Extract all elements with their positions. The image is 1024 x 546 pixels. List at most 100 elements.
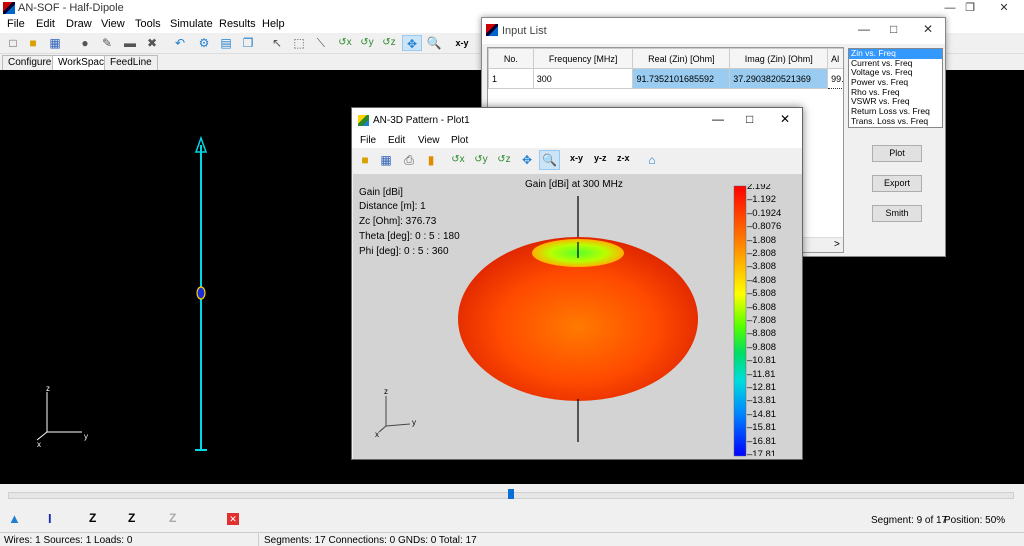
circle-icon[interactable]: ● — [77, 35, 93, 51]
input-list-titlebar: Input List — □ ✕ — [482, 18, 945, 44]
col-real-zin[interactable]: Real (Zin) [Ohm] — [632, 48, 731, 69]
undo-icon[interactable]: ↶ — [172, 35, 188, 51]
pt-home-icon[interactable]: ⌂ — [644, 152, 660, 168]
il-close-icon[interactable]: ✕ — [923, 22, 933, 36]
ws-axis-z-label: z — [46, 384, 50, 393]
colorbar-tick: –1.808 — [747, 234, 777, 246]
rotate-z-icon[interactable]: ↺z — [381, 35, 397, 51]
pattern-window: AN-3D Pattern - Plot1 — □ ✕ File Edit Vi… — [351, 107, 803, 460]
copy-icon[interactable]: ❐ — [240, 35, 256, 51]
col-frequency[interactable]: Frequency [MHz] — [532, 48, 634, 69]
status-wires: Wires: 1 Sources: 1 Loads: 0 — [4, 535, 133, 546]
rotate-y-icon[interactable]: ↺y — [359, 35, 375, 51]
colorbar-tick: –3.808 — [747, 261, 777, 273]
view-xy-button[interactable]: x-y — [452, 35, 472, 51]
cell-al[interactable]: 99.0 — [827, 68, 843, 89]
col-no[interactable]: No. — [488, 48, 534, 69]
menu-view[interactable]: View — [101, 18, 125, 30]
delete-icon[interactable]: ✖ — [144, 35, 160, 51]
menu-help[interactable]: Help — [262, 18, 285, 30]
scroll-right-icon[interactable]: > — [834, 239, 840, 250]
z-series-icon[interactable]: Z — [128, 511, 135, 525]
pt-clipboard-icon[interactable]: ▮ — [423, 152, 439, 168]
menu-tools[interactable]: Tools — [135, 18, 161, 30]
export-button[interactable]: Export — [872, 175, 922, 192]
pt-menu-file[interactable]: File — [360, 135, 376, 146]
cell-no[interactable]: 1 — [488, 68, 534, 89]
line-icon[interactable]: ⟍ — [313, 35, 329, 51]
pt-menu-view[interactable]: View — [418, 135, 440, 146]
col-al[interactable]: Al — [827, 48, 843, 69]
source-tool-icon[interactable]: ▲ — [8, 512, 22, 526]
il-maximize-icon[interactable]: □ — [890, 22, 897, 36]
pt-open-icon[interactable]: ■ — [357, 152, 373, 168]
layers-icon[interactable]: ▤ — [218, 35, 234, 51]
close-icon[interactable]: ✕ — [984, 0, 1024, 16]
pt-zoom-icon[interactable]: 🔍 — [539, 150, 560, 170]
slider-thumb[interactable] — [508, 489, 514, 499]
pt-print-icon[interactable]: ⎙ — [401, 152, 417, 168]
pattern-app-icon — [358, 115, 369, 126]
app-icon — [3, 2, 15, 14]
rotate-x-icon[interactable]: ↺x — [337, 35, 353, 51]
z-parallel-icon[interactable]: Z — [169, 511, 176, 525]
colorbar-tick: –14.81 — [747, 408, 777, 420]
settings-gear-icon[interactable]: ⚙ — [196, 35, 212, 51]
pt-rotate-z-icon[interactable]: ↺z — [496, 152, 512, 168]
menu-edit[interactable]: Edit — [36, 18, 55, 30]
colorbar-tick: –4.808 — [747, 274, 777, 286]
menu-file[interactable]: File — [7, 18, 25, 30]
z-load-icon[interactable]: Z — [89, 511, 96, 525]
pencil-icon[interactable]: ✎ — [99, 35, 115, 51]
cell-real-zin[interactable]: 91.7352101685592 — [632, 68, 731, 89]
open-folder-icon[interactable]: ■ — [25, 35, 41, 51]
current-tool-icon[interactable]: I — [48, 511, 52, 526]
zoom-icon[interactable]: 🔍 — [426, 35, 442, 51]
pt-rotate-y-icon[interactable]: ↺y — [473, 152, 489, 168]
smith-button[interactable]: Smith — [872, 205, 922, 222]
pan-icon[interactable]: ✥ — [402, 35, 422, 51]
title-bar: AN-SOF - Half-Dipole — ❐ ✕ — [0, 0, 1024, 16]
new-file-icon[interactable]: □ — [5, 35, 21, 51]
pt-rotate-x-icon[interactable]: ↺x — [450, 152, 466, 168]
pt-save-icon[interactable]: ▦ — [378, 152, 394, 168]
menu-draw[interactable]: Draw — [66, 18, 92, 30]
cell-frequency[interactable]: 300 — [532, 68, 634, 89]
save-icon[interactable]: ▦ — [47, 35, 63, 51]
plot-button[interactable]: Plot — [872, 145, 922, 162]
pt-maximize-icon[interactable]: □ — [746, 112, 753, 126]
pt-axis-x-label: x — [375, 430, 379, 439]
tab-configure[interactable]: Configure — [2, 55, 58, 70]
menu-simulate[interactable]: Simulate — [170, 18, 213, 30]
pt-view-yz[interactable]: y-z — [594, 153, 607, 163]
select-rect-icon[interactable]: ⬚ — [291, 35, 307, 51]
pattern-toolbar: ■ ▦ ⎙ ▮ ↺x ↺y ↺z ✥ 🔍 x-y y-z z-x ⌂ — [352, 148, 802, 172]
menu-results[interactable]: Results — [219, 18, 256, 30]
col-imag-zin[interactable]: Imag (Zin) [Ohm] — [729, 48, 829, 69]
colorbar-tick: –13.81 — [747, 395, 777, 407]
tab-feedline[interactable]: FeedLine — [104, 55, 158, 70]
segment-slider[interactable] — [0, 484, 1024, 508]
colorbar-tick: –15.81 — [747, 422, 777, 434]
colorbar-tick: –6.808 — [747, 301, 777, 313]
pt-menu-plot[interactable]: Plot — [451, 135, 468, 146]
eraser-icon[interactable]: ▬ — [122, 35, 138, 51]
position-indicator: Position: 50% — [944, 515, 1006, 526]
pt-minimize-icon[interactable]: — — [712, 112, 724, 126]
il-minimize-icon[interactable]: — — [858, 22, 870, 36]
plot-type-list[interactable]: Zin vs. Freq Current vs. Freq Voltage vs… — [848, 48, 943, 128]
table-row[interactable]: 1 300 91.7352101685592 37.2903820521369 … — [488, 68, 843, 89]
plot-option[interactable]: Trans. Loss vs. Freq — [849, 116, 942, 127]
bottom-toolbar: ▲ I Z Z Z ✕ Segment: 9 of 17 Position: 5… — [0, 508, 1024, 532]
pt-close-icon[interactable]: ✕ — [780, 112, 790, 126]
pointer-icon[interactable]: ↖ — [269, 35, 285, 51]
pt-view-xy[interactable]: x-y — [570, 153, 583, 163]
pt-pan-icon[interactable]: ✥ — [519, 152, 535, 168]
pattern-plot-area[interactable]: Gain [dBi] at 300 MHz Gain [dBi] Distanc… — [353, 174, 802, 459]
pt-view-zx[interactable]: z-x — [617, 153, 630, 163]
delete-load-icon[interactable]: ✕ — [227, 513, 239, 525]
colorbar — [733, 185, 747, 457]
colorbar-tick: –11.81 — [747, 368, 776, 380]
pt-menu-edit[interactable]: Edit — [388, 135, 405, 146]
cell-imag-zin[interactable]: 37.2903820521369 — [729, 68, 829, 89]
